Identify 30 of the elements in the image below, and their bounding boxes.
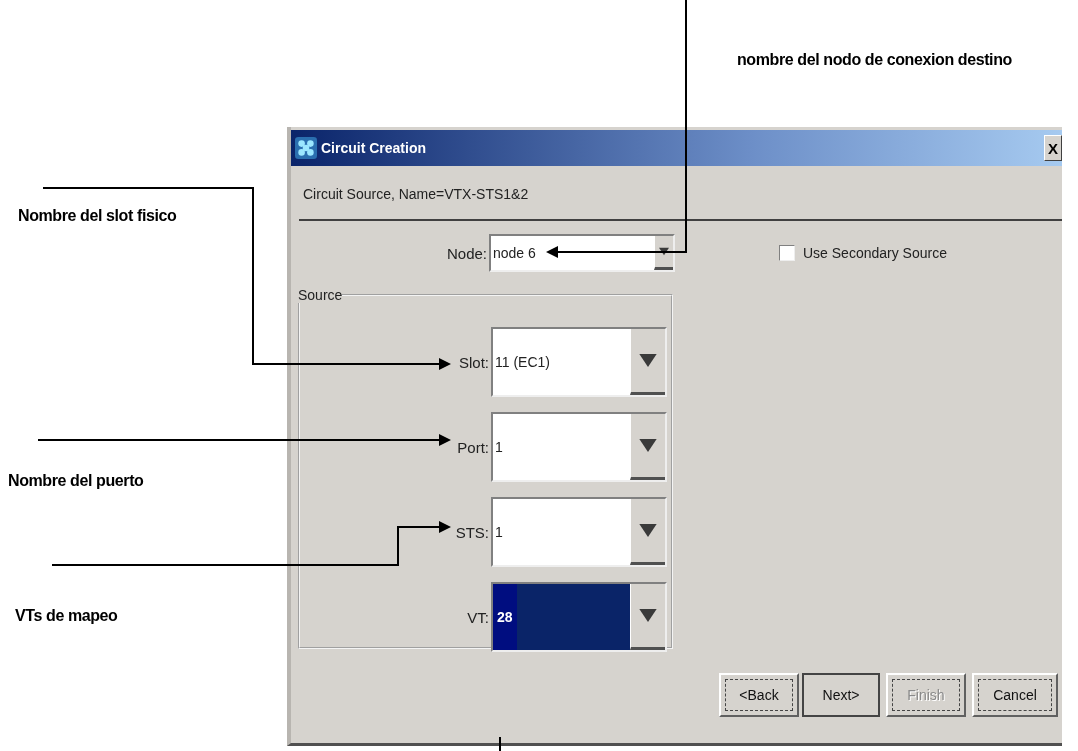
field-label: Port: [457, 438, 489, 456]
window-title: Circuit Creation [321, 140, 427, 156]
dialog-button[interactable]: <Back [719, 673, 799, 717]
dropdown[interactable]: 1 [491, 497, 667, 567]
dropdown-arrow-icon [639, 354, 657, 367]
field-label: VT: [467, 608, 489, 626]
annotation-label: Nombre del puerto [8, 472, 144, 490]
dialog-button[interactable]: Next> [802, 673, 880, 717]
field-label: STS: [455, 523, 489, 541]
group-title: Source [298, 287, 343, 303]
dropdown-arrow-icon [639, 609, 657, 622]
leader-line [499, 736, 501, 751]
annotation-label: Nombre del slot fisico [18, 207, 177, 225]
annotation-label: nombre del nodo de conexion destino [737, 51, 1012, 69]
field-label: Node: [446, 244, 487, 262]
dropdown-arrow-icon [659, 245, 669, 258]
annotation-label: VTs de mapeo [15, 607, 118, 625]
dialog-button[interactable]: Cancel [972, 673, 1058, 717]
dropdown[interactable]: 11 (EC1) [491, 327, 667, 397]
close-button[interactable]: X [1044, 135, 1062, 161]
dropdown-arrow-icon [639, 439, 657, 452]
field-label: Slot: [459, 353, 489, 371]
app-icon [295, 137, 317, 159]
dialog-header-text: Circuit Source, Name=VTX-STS1&2 [302, 185, 530, 204]
node-dropdown[interactable]: node 6 [489, 234, 675, 272]
dropdown[interactable]: 28 [491, 582, 667, 652]
checkbox-label: Use Secondary Source [803, 245, 947, 261]
checkbox[interactable] [779, 245, 795, 261]
dropdown[interactable]: 1 [491, 412, 667, 482]
dropdown-arrow-icon [639, 524, 657, 537]
